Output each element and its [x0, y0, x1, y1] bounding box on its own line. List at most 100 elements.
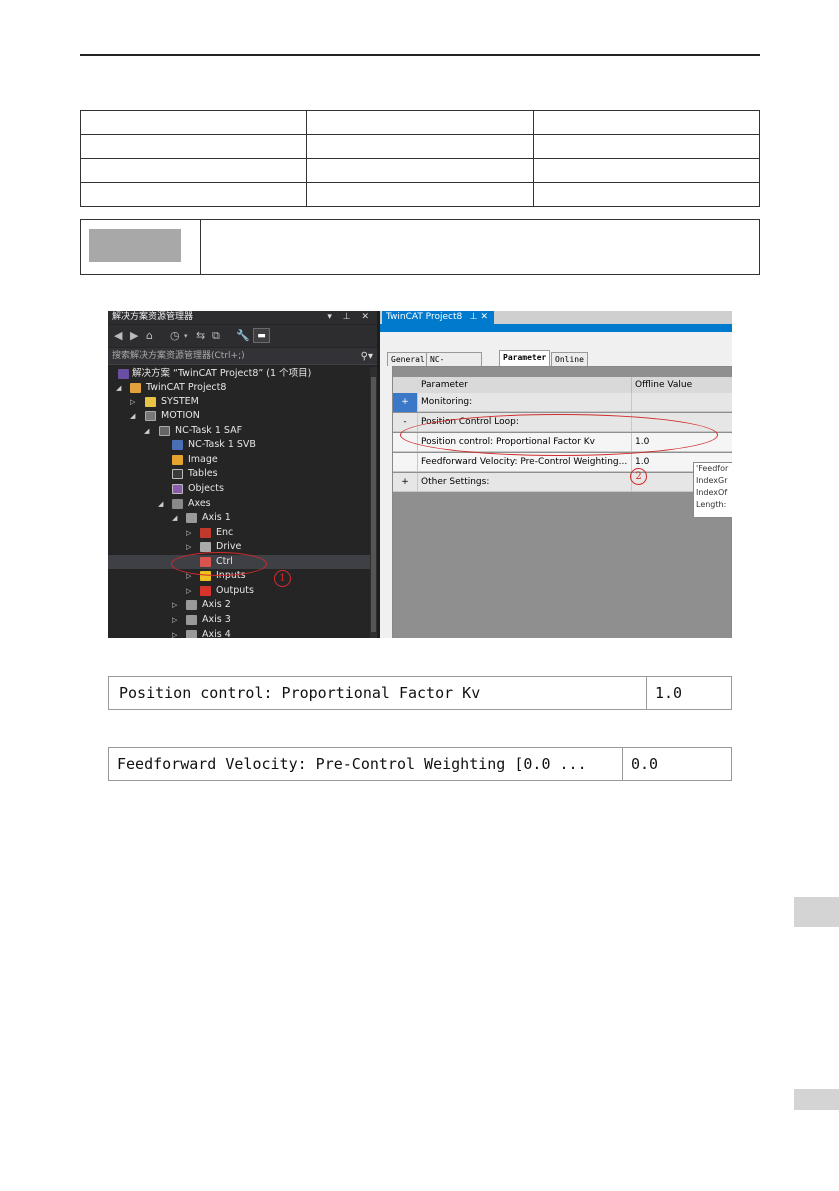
tree-item-motion[interactable]: ◢ MOTION [108, 409, 370, 423]
tree-item-label: Axes [188, 498, 211, 509]
axis-ctrl-editor: General NC-Controller Parameter Online P… [380, 332, 732, 638]
drive-icon [200, 542, 211, 552]
tooltip-line: IndexOf [696, 488, 728, 497]
objects-icon [172, 484, 183, 494]
forward-icon[interactable]: ▶ [130, 329, 138, 343]
zoom-row-kv: Position control: Proportional Factor Kv… [108, 676, 732, 710]
expanded-arrow-icon[interactable]: ◢ [172, 511, 177, 525]
solution-explorer-title: 解决方案资源管理器 [112, 312, 194, 322]
tree-item-axes[interactable]: ◢ Axes [108, 497, 370, 511]
search-icon[interactable]: ⚲▾ [361, 348, 373, 365]
tree-item-nc-task-saf[interactable]: ◢ NC-Task 1 SAF [108, 424, 370, 438]
document-tab[interactable]: TwinCAT Project8 ⊥ ✕ [382, 311, 494, 324]
tree-item-system[interactable]: ▷ SYSTEM [108, 395, 370, 409]
svb-icon [172, 440, 183, 450]
tree-item-objects[interactable]: Objects [108, 482, 370, 496]
pane-controls[interactable]: ▾ ⊥ ✕ [327, 311, 373, 324]
axis-icon [186, 615, 197, 625]
tree-item-outputs[interactable]: ▷ Outputs [108, 584, 370, 598]
task-icon [159, 426, 170, 436]
expand-toggle [393, 453, 418, 472]
tree-item-axis-1[interactable]: ◢ Axis 1 [108, 511, 370, 525]
tree-item-drive[interactable]: ▷ Drive [108, 540, 370, 554]
motion-icon [145, 411, 156, 421]
editor-pane: TwinCAT Project8 ⊥ ✕ General NC-Controll… [380, 311, 732, 638]
table-row [79, 110, 761, 135]
parameters-highlight-ellipse [400, 414, 718, 456]
system-icon [145, 397, 156, 407]
note-box [80, 219, 760, 275]
tree-item-project[interactable]: ◢ TwinCAT Project8 [108, 381, 370, 395]
tables-icon [172, 469, 183, 479]
tab-general[interactable]: General [387, 352, 429, 366]
tree-item-enc[interactable]: ▷ Enc [108, 526, 370, 540]
marker-1: 1 [274, 570, 291, 587]
tree-item-axis-2[interactable]: ▷ Axis 2 [108, 598, 370, 612]
tab-nc-controller[interactable]: NC-Controller [426, 352, 483, 377]
tree-item-label: SYSTEM [161, 396, 199, 407]
preview-icon[interactable]: ▬ [253, 328, 270, 343]
chevron-down-icon[interactable]: ▾ [184, 329, 188, 343]
home-icon[interactable]: ⌂ [146, 329, 153, 343]
collapsed-arrow-icon[interactable]: ▷ [186, 584, 191, 598]
sync-icon[interactable]: ⇆ [196, 329, 205, 343]
tree-item-label: NC-Task 1 SVB [188, 439, 256, 450]
collapse-icon[interactable]: ⧉ [212, 329, 220, 343]
tree-item-solution[interactable]: 解决方案 “TwinCAT Project8” (1 个项目) [108, 367, 370, 381]
wrench-icon[interactable]: 🔧 [236, 329, 250, 343]
tree-item-axis-4[interactable]: ▷ Axis 4 [108, 628, 370, 638]
enc-icon [200, 528, 211, 538]
close-icon[interactable]: ⊥ ✕ [470, 311, 488, 324]
tree-item-label: Axis 1 [202, 512, 231, 523]
tree-item-label: Outputs [216, 585, 254, 596]
expand-toggle[interactable]: + [393, 473, 418, 492]
tree-item-axis-3[interactable]: ▷ Axis 3 [108, 613, 370, 627]
page-tab [794, 1089, 839, 1110]
parameter-value[interactable] [631, 393, 732, 412]
parameter-name: Feedforward Velocity: Pre-Control Weight… [421, 457, 628, 467]
zoom-row-feedforward: Feedforward Velocity: Pre-Control Weight… [108, 747, 732, 781]
collapsed-arrow-icon[interactable]: ▷ [186, 526, 191, 540]
axis-icon [186, 513, 197, 523]
parameter-name: Other Settings: [421, 477, 490, 487]
info-table [79, 110, 761, 207]
back-icon[interactable]: ◀ [114, 329, 122, 343]
tree-item-label: TwinCAT Project8 [146, 382, 227, 393]
tooltip-line: Length: [696, 500, 727, 509]
expanded-arrow-icon[interactable]: ◢ [130, 409, 135, 423]
expanded-arrow-icon[interactable]: ◢ [116, 381, 121, 395]
axis-icon [186, 600, 197, 610]
tab-parameter[interactable]: Parameter [499, 350, 551, 366]
tree-item-label: 解决方案 “TwinCAT Project8” (1 个项目) [132, 368, 312, 379]
note-label-cell [81, 220, 201, 274]
solution-search[interactable]: 搜索解决方案资源管理器(Ctrl+;) ⚲▾ [108, 348, 377, 365]
tab-online[interactable]: Online [551, 352, 588, 366]
column-header-parameter[interactable]: Parameter [421, 377, 468, 393]
tree-item-image[interactable]: Image [108, 453, 370, 467]
history-icon[interactable]: ◷ [170, 329, 180, 343]
table-row [79, 182, 761, 207]
solution-explorer: 解决方案资源管理器 ▾ ⊥ ✕ ◀ ▶ ⌂ ◷ ▾ ⇆ ⧉ 🔧 ▬ 搜索解决方案… [108, 311, 377, 638]
expand-toggle[interactable]: + [393, 393, 418, 412]
zoom-row-value: 1.0 [646, 677, 731, 709]
tree-item-tables[interactable]: Tables [108, 467, 370, 481]
column-header-offline-value[interactable]: Offline Value [631, 377, 692, 393]
tree-item-label: NC-Task 1 SAF [175, 425, 243, 436]
marker-2: 2 [630, 468, 647, 485]
grid-row-monitoring[interactable]: + Monitoring: [393, 393, 732, 412]
tree-scrollbar[interactable] [370, 367, 377, 638]
collapsed-arrow-icon[interactable]: ▷ [130, 395, 135, 409]
grid-row-other-settings[interactable]: + Other Settings: [393, 473, 732, 492]
scrollbar-thumb[interactable] [371, 377, 376, 632]
collapsed-arrow-icon[interactable]: ▷ [186, 540, 191, 554]
tooltip-line: IndexGr [696, 476, 728, 485]
collapsed-arrow-icon[interactable]: ▷ [172, 613, 177, 627]
collapsed-arrow-icon[interactable]: ▷ [172, 598, 177, 612]
zoom-row-value: 0.0 [622, 748, 731, 780]
expanded-arrow-icon[interactable]: ◢ [158, 497, 163, 511]
tree-item-nc-task-svb[interactable]: NC-Task 1 SVB [108, 438, 370, 452]
expanded-arrow-icon[interactable]: ◢ [144, 424, 149, 438]
solution-explorer-titlebar: 解决方案资源管理器 ▾ ⊥ ✕ [108, 311, 377, 324]
collapsed-arrow-icon[interactable]: ▷ [172, 628, 177, 638]
search-input[interactable]: 搜索解决方案资源管理器(Ctrl+;) [112, 351, 245, 361]
